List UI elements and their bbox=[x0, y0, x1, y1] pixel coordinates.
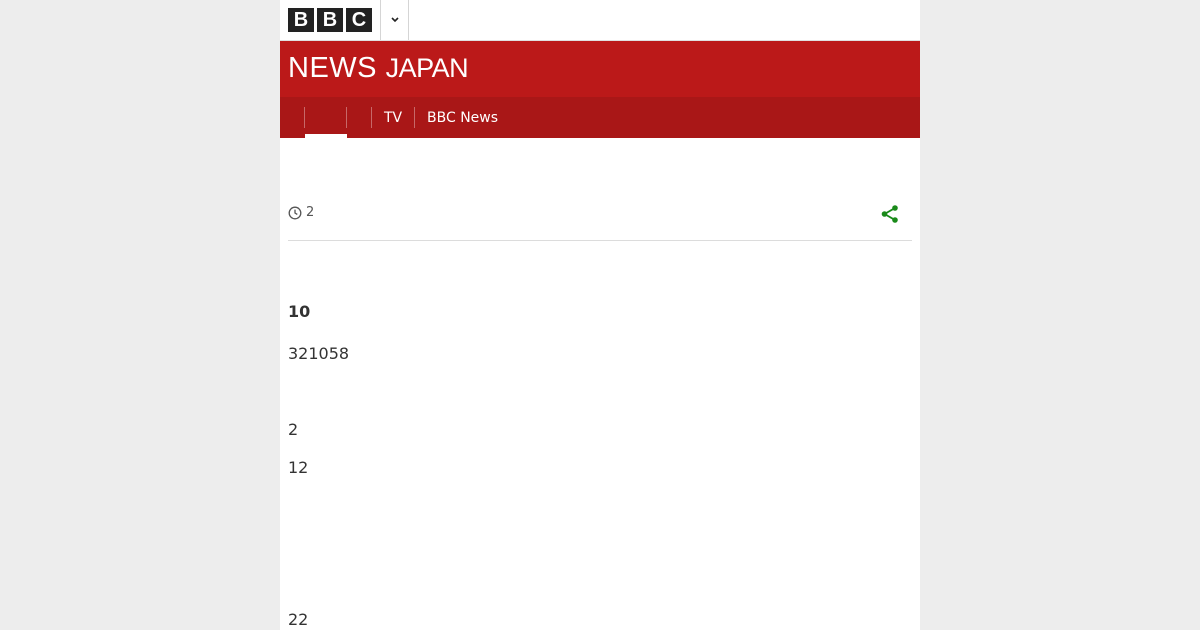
page: B B C NEWS JAPAN TV BBC News 2 10 321058… bbox=[280, 0, 920, 630]
main-nav: TV BBC News bbox=[280, 97, 920, 138]
chevron-down-icon bbox=[391, 17, 399, 23]
article-paragraph: 10 bbox=[288, 302, 311, 321]
menu-toggle-button[interactable] bbox=[381, 0, 409, 40]
divider bbox=[408, 0, 409, 40]
bbc-logo[interactable]: B B C bbox=[288, 8, 372, 32]
brand-title-japan: JAPAN bbox=[385, 53, 469, 83]
article-paragraph: 321058 bbox=[288, 344, 350, 363]
nav-item-home[interactable] bbox=[305, 97, 347, 138]
brand-title-news: NEWS bbox=[288, 52, 377, 84]
nav-item-bbc-news[interactable]: BBC News bbox=[427, 97, 498, 138]
brand-header: NEWS JAPAN bbox=[280, 41, 920, 97]
nav-item-label: BBC News bbox=[427, 109, 499, 126]
nav-separator bbox=[371, 107, 372, 128]
article-paragraph: 12 bbox=[288, 458, 309, 477]
share-button[interactable] bbox=[880, 204, 900, 228]
meta-divider bbox=[288, 240, 912, 241]
article-meta: 2 bbox=[288, 204, 912, 224]
nav-item-2[interactable] bbox=[347, 97, 371, 138]
nav-separator bbox=[414, 107, 415, 128]
bbc-logo-letter: C bbox=[346, 8, 372, 32]
article-paragraph: 2 bbox=[288, 420, 299, 439]
top-bar: B B C bbox=[280, 0, 920, 41]
nav-item-tv[interactable]: TV bbox=[384, 97, 402, 138]
nav-active-indicator bbox=[305, 134, 347, 138]
brand-title-link[interactable]: NEWS JAPAN bbox=[288, 52, 469, 84]
share-icon bbox=[881, 205, 898, 223]
article-paragraph: 22 bbox=[288, 610, 309, 629]
nav-item-label: TV bbox=[384, 109, 403, 126]
clock-icon bbox=[288, 206, 302, 220]
article-timestamp: 2 bbox=[306, 205, 315, 220]
bbc-logo-letter: B bbox=[288, 8, 314, 32]
bbc-logo-letter: B bbox=[317, 8, 343, 32]
